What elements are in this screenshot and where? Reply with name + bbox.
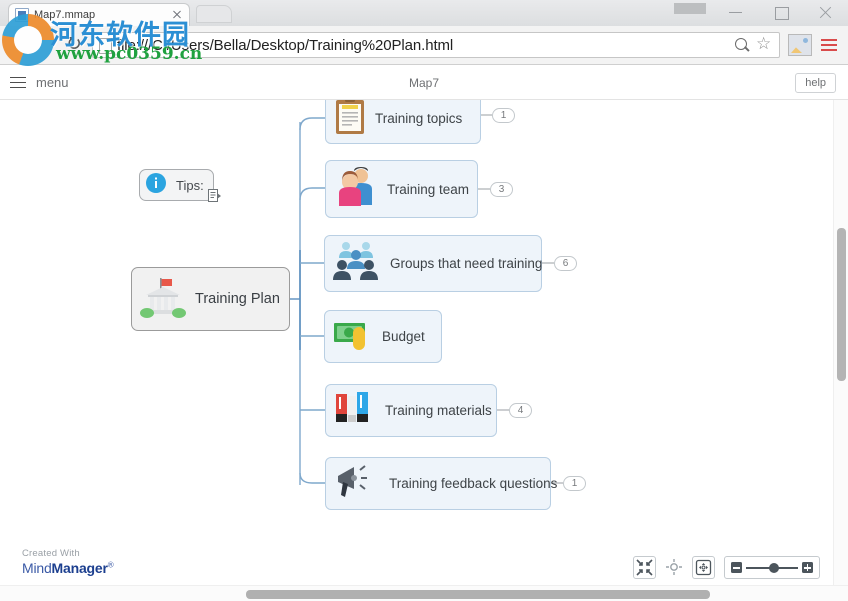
topic-badge[interactable]: 4 <box>509 403 532 418</box>
zoom-in-button[interactable] <box>802 562 813 573</box>
bookmark-star-icon[interactable]: ☆ <box>753 34 775 56</box>
browser-titlebar: Map7.mmap <box>0 0 848 26</box>
brand-created-with: Created With <box>22 548 80 559</box>
central-node-training-plan[interactable]: Training Plan <box>131 267 290 331</box>
minimize-icon[interactable] <box>713 0 758 26</box>
topic-label: Training topics <box>375 110 463 126</box>
vertical-scrollbar-thumb[interactable] <box>837 228 846 381</box>
map-controls <box>633 556 820 579</box>
clipboard-icon <box>334 100 366 141</box>
browser-menu-icon[interactable] <box>816 32 842 58</box>
brand-name-bold: Manager <box>51 560 108 576</box>
window-controls <box>667 0 848 26</box>
tab-close-icon[interactable] <box>171 9 183 21</box>
reload-button[interactable]: ↻ <box>60 30 90 60</box>
help-button[interactable]: help <box>795 73 836 93</box>
browser-tab[interactable]: Map7.mmap <box>8 3 190 26</box>
binders-icon <box>334 388 376 433</box>
topic-node-training-topics[interactable]: Training topics <box>325 100 481 144</box>
horizontal-scrollbar[interactable] <box>0 585 848 601</box>
money-icon <box>333 316 373 357</box>
zoom-slider-thumb[interactable] <box>768 562 779 573</box>
zoom-slider-track[interactable] <box>746 562 798 573</box>
tips-label: Tips: <box>176 177 204 193</box>
window-extra-button[interactable] <box>667 0 713 26</box>
government-building-icon <box>140 275 186 324</box>
tab-title: Map7.mmap <box>34 9 96 21</box>
fit-to-page-button[interactable] <box>633 556 656 579</box>
brand-name: MindManager® <box>22 560 114 576</box>
note-icon[interactable] <box>208 188 221 203</box>
people-pair-icon <box>334 165 378 214</box>
central-node-label: Training Plan <box>195 291 280 307</box>
browser-window: Map7.mmap ↻ file:///C:/Users/Bella/Deskt… <box>0 0 848 601</box>
topic-badge[interactable]: 1 <box>563 476 586 491</box>
zoom-slider[interactable] <box>724 556 820 579</box>
address-bar[interactable]: file:///C:/Users/Bella/Desktop/Training%… <box>92 32 780 58</box>
reload-icon: ↻ <box>66 33 82 55</box>
topic-node-budget[interactable]: Budget <box>324 310 442 363</box>
browser-toolbar: ↻ file:///C:/Users/Bella/Desktop/Trainin… <box>0 26 848 65</box>
image-extension-icon[interactable] <box>788 34 812 56</box>
page-title: Map7 <box>408 75 440 90</box>
info-icon <box>145 172 167 199</box>
topic-label: Training team <box>387 181 470 197</box>
mindmanager-brand: Created With MindManager® <box>22 548 114 576</box>
brand-name-light: Mind <box>22 560 52 576</box>
topic-label: Groups that need training <box>390 256 543 271</box>
url-text: file:///C:/Users/Bella/Desktop/Training%… <box>117 36 454 54</box>
page-document-icon <box>97 36 113 54</box>
tips-node[interactable]: Tips: <box>139 169 214 201</box>
topic-node-training-feedback-questions[interactable]: Training feedback questions <box>325 457 557 510</box>
zoom-out-icon[interactable] <box>731 34 753 56</box>
mindmanager-file-icon <box>15 8 29 22</box>
topic-badge[interactable]: 3 <box>490 182 513 197</box>
megaphone-icon <box>334 462 380 505</box>
topic-label: Training feedback questions <box>389 476 558 491</box>
topic-label: Budget <box>382 329 425 344</box>
app-toolbar: menu Map7 help <box>0 66 848 100</box>
center-map-button[interactable] <box>665 558 683 578</box>
maximize-icon[interactable] <box>758 0 803 26</box>
topic-node-groups-that-need-training[interactable]: Groups that need training <box>324 235 542 292</box>
brand-registered-mark: ® <box>107 560 114 570</box>
topic-label: Training materials <box>385 403 492 418</box>
vertical-scrollbar[interactable] <box>833 100 848 585</box>
topic-node-training-materials[interactable]: Training materials <box>325 384 497 437</box>
horizontal-scrollbar-thumb[interactable] <box>246 590 710 599</box>
group-icon <box>333 239 381 288</box>
topic-badge[interactable]: 1 <box>492 108 515 123</box>
zoom-out-button[interactable] <box>731 562 742 573</box>
topic-badge[interactable]: 6 <box>554 256 577 271</box>
close-icon[interactable] <box>803 0 848 26</box>
new-tab-button[interactable] <box>196 5 232 23</box>
topic-node-training-team[interactable]: Training team <box>325 160 478 218</box>
mindmap-canvas[interactable]: Tips: Training Plan Training topics 1 Tr… <box>0 100 848 585</box>
pan-mode-button[interactable] <box>692 556 715 579</box>
